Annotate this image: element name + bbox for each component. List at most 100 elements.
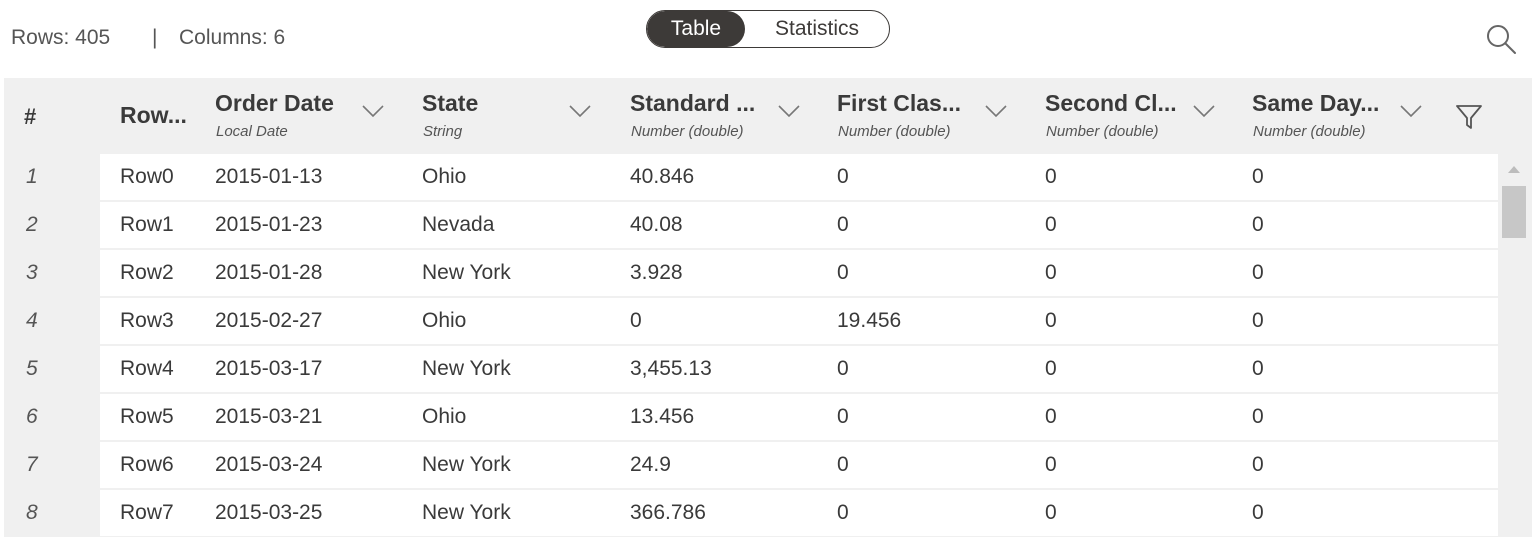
vertical-scrollbar[interactable] [1500, 154, 1528, 537]
rows-count: Rows: 405 [11, 26, 111, 49]
table-cell[interactable]: 0 [1045, 213, 1057, 237]
chevron-down-icon[interactable] [1400, 104, 1422, 118]
table-cell[interactable]: 0 [1252, 453, 1264, 477]
table-cell[interactable]: 2015-03-24 [215, 453, 322, 477]
scroll-up-arrow-icon[interactable] [1508, 166, 1520, 173]
chevron-down-icon[interactable] [1193, 104, 1215, 118]
chevron-down-icon[interactable] [985, 104, 1007, 118]
chevron-down-icon[interactable] [362, 104, 384, 118]
table-cell[interactable]: 2015-02-27 [215, 309, 322, 333]
table-cell[interactable]: 2015-01-13 [215, 165, 322, 189]
table-cell[interactable]: 0 [837, 213, 849, 237]
table-cell[interactable]: 13.456 [630, 405, 694, 429]
table-cell[interactable]: 3.928 [630, 261, 683, 285]
table-cell[interactable]: 0 [1045, 261, 1057, 285]
table-cell[interactable]: 2015-01-28 [215, 261, 322, 285]
table-cell[interactable]: 0 [1252, 261, 1264, 285]
table-cell[interactable]: Row2 [120, 261, 174, 285]
table-cell[interactable]: 0 [1045, 165, 1057, 189]
table-cell[interactable]: Ohio [422, 405, 466, 429]
filter-icon[interactable] [1454, 102, 1484, 132]
row-cells: Row7 2015-03-25 New York 366.786 0 0 0 [100, 490, 1498, 536]
table-cell[interactable]: 0 [837, 261, 849, 285]
table-cell[interactable]: 0 [1252, 309, 1264, 333]
search-icon[interactable] [1484, 22, 1518, 56]
table-cell[interactable]: 0 [1045, 309, 1057, 333]
column-type: Number (double) [1046, 123, 1159, 140]
table-cell[interactable]: 0 [837, 501, 849, 525]
table-row[interactable]: 5 Row4 2015-03-17 New York 3,455.13 0 0 0 [4, 346, 1498, 392]
table-cell[interactable]: New York [422, 261, 511, 285]
data-table: # Row... Order Date Local Date State Str… [4, 78, 1532, 537]
row-index: 6 [26, 405, 38, 428]
tab-table[interactable]: Table [647, 11, 745, 47]
table-cell[interactable]: 0 [837, 357, 849, 381]
table-row[interactable]: 8 Row7 2015-03-25 New York 366.786 0 0 0 [4, 490, 1498, 536]
table-cell[interactable]: New York [422, 357, 511, 381]
table-cell[interactable]: Row7 [120, 501, 174, 525]
table-cell[interactable]: New York [422, 453, 511, 477]
chevron-down-icon[interactable] [778, 104, 800, 118]
table-cell[interactable]: 3,455.13 [630, 357, 712, 381]
table-row[interactable]: 4 Row3 2015-02-27 Ohio 0 19.456 0 0 [4, 298, 1498, 344]
column-header-row-id[interactable]: Row... [120, 78, 210, 154]
table-row[interactable]: 3 Row2 2015-01-28 New York 3.928 0 0 0 [4, 250, 1498, 296]
scrollbar-thumb[interactable] [1502, 186, 1526, 238]
row-cells: Row6 2015-03-24 New York 24.9 0 0 0 [100, 442, 1498, 488]
row-index-cell: 5 [4, 346, 100, 392]
table-cell[interactable]: Ohio [422, 309, 466, 333]
table-cell[interactable]: 24.9 [630, 453, 671, 477]
table-cell[interactable]: Row5 [120, 405, 174, 429]
tab-statistics[interactable]: Statistics [745, 11, 889, 47]
table-cell[interactable]: 0 [1045, 357, 1057, 381]
table-cell[interactable]: 0 [630, 309, 642, 333]
row-index-cell: 4 [4, 298, 100, 344]
table-cell[interactable]: Ohio [422, 165, 466, 189]
row-cells: Row5 2015-03-21 Ohio 13.456 0 0 0 [100, 394, 1498, 440]
table-cell[interactable]: 0 [1045, 453, 1057, 477]
table-cell[interactable]: 0 [1045, 405, 1057, 429]
chevron-down-icon[interactable] [569, 104, 591, 118]
table-cell[interactable]: 19.456 [837, 309, 901, 333]
column-header-same-day[interactable]: Same Day... Number (double) [1252, 78, 1452, 154]
row-index-cell: 8 [4, 490, 100, 536]
table-cell[interactable]: 40.08 [630, 213, 683, 237]
table-cell[interactable]: 0 [1045, 501, 1057, 525]
view-toggle: Table Statistics [646, 10, 890, 48]
table-row[interactable]: 1 Row0 2015-01-13 Ohio 40.846 0 0 0 [4, 154, 1498, 200]
separator: | [152, 26, 158, 49]
table-row[interactable]: 2 Row1 2015-01-23 Nevada 40.08 0 0 0 [4, 202, 1498, 248]
table-cell[interactable]: 0 [1252, 357, 1264, 381]
table-cell[interactable]: Nevada [422, 213, 494, 237]
row-index: 1 [26, 165, 38, 188]
column-header-order-date[interactable]: Order Date Local Date [215, 78, 415, 154]
table-cell[interactable]: 366.786 [630, 501, 706, 525]
table-cell[interactable]: Row6 [120, 453, 174, 477]
table-cell[interactable]: 2015-03-21 [215, 405, 322, 429]
table-cell[interactable]: 0 [1252, 213, 1264, 237]
table-cell[interactable]: 0 [837, 405, 849, 429]
table-cell[interactable]: 2015-03-17 [215, 357, 322, 381]
table-row[interactable]: 6 Row5 2015-03-21 Ohio 13.456 0 0 0 [4, 394, 1498, 440]
table-cell[interactable]: 0 [837, 453, 849, 477]
table-cell[interactable]: Row0 [120, 165, 174, 189]
table-cell[interactable]: 2015-03-25 [215, 501, 322, 525]
table-cell[interactable]: Row3 [120, 309, 174, 333]
row-index: 3 [26, 261, 38, 284]
column-header-state[interactable]: State String [422, 78, 622, 154]
table-cell[interactable]: 40.846 [630, 165, 694, 189]
column-title: Order Date [215, 90, 334, 116]
column-header-first-class[interactable]: First Clas... Number (double) [837, 78, 1037, 154]
table-cell[interactable]: 2015-01-23 [215, 213, 322, 237]
table-cell[interactable]: 0 [1252, 165, 1264, 189]
table-cell[interactable]: Row1 [120, 213, 174, 237]
table-row[interactable]: 7 Row6 2015-03-24 New York 24.9 0 0 0 [4, 442, 1498, 488]
table-cell[interactable]: 0 [1252, 501, 1264, 525]
table-cell[interactable]: 0 [837, 165, 849, 189]
table-cell[interactable]: Row4 [120, 357, 174, 381]
column-title: Standard ... [630, 90, 756, 116]
table-cell[interactable]: New York [422, 501, 511, 525]
column-header-standard[interactable]: Standard ... Number (double) [630, 78, 830, 154]
column-header-second-class[interactable]: Second Cl... Number (double) [1045, 78, 1245, 154]
table-cell[interactable]: 0 [1252, 405, 1264, 429]
